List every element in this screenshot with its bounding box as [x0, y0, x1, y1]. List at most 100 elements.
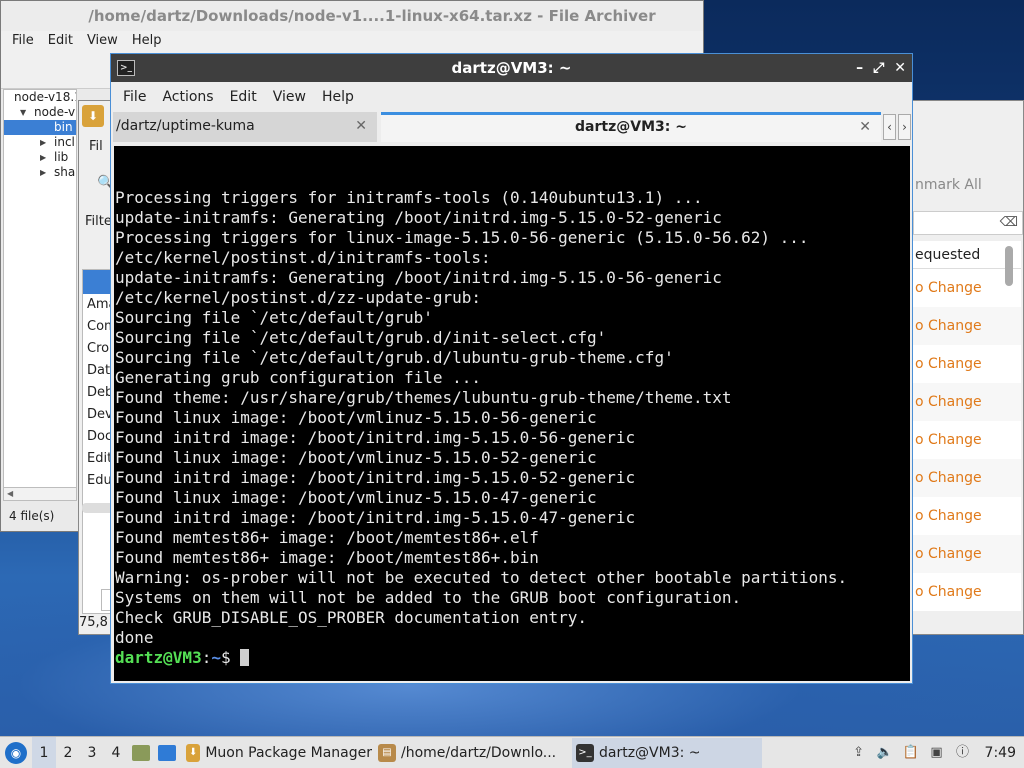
category-item[interactable]: Edu	[83, 470, 113, 492]
chevron-right-icon[interactable]: ▶	[40, 165, 46, 180]
chevron-right-icon[interactable]: ▶	[40, 135, 46, 150]
requested-row[interactable]: o Change	[913, 345, 1021, 383]
volume-icon[interactable]: 🔈	[877, 745, 893, 761]
muon-search-input[interactable]: ⌫	[913, 211, 1023, 235]
archiver-folder-tree[interactable]: node-v18.12.1-l▼ node-vbin ▶ incl ▶ lib ▶ sha	[3, 89, 77, 489]
file-manager-launcher[interactable]	[128, 737, 154, 768]
category-item[interactable]: Com	[83, 316, 113, 338]
workspace-3[interactable]: 3	[80, 737, 104, 768]
workspace-2[interactable]: 2	[56, 737, 80, 768]
category-item[interactable]: Doc	[83, 426, 113, 448]
chevron-right-icon[interactable]: ▶	[40, 150, 46, 165]
terminal-prompt[interactable]: dartz@VM3:~$	[115, 648, 910, 668]
terminal-line: Check GRUB_DISABLE_OS_PROBER documentati…	[115, 608, 588, 627]
taskbar-task-label: dartz@VM3: ~	[599, 744, 701, 761]
task-list: ⬇ Muon Package Manager ▤ /home/dartz/Downlo…	[180, 737, 762, 768]
requested-row[interactable]: o Change	[913, 383, 1021, 421]
tab-label: /dartz/uptime-kuma	[116, 118, 255, 134]
close-icon[interactable]: ✕	[894, 54, 906, 82]
tree-item[interactable]: ▼ node-v	[4, 105, 76, 120]
requested-row[interactable]: o Change	[913, 497, 1021, 535]
show-desktop-button[interactable]	[154, 737, 180, 768]
terminal-menu-file[interactable]: File	[115, 82, 154, 112]
archiver-status: 4 file(s)	[9, 509, 55, 523]
requested-row[interactable]: o Change	[913, 307, 1021, 345]
tab-home[interactable]: dartz@VM3: ~ ✕	[381, 112, 881, 142]
category-item[interactable]: Dat	[83, 360, 113, 382]
tree-item[interactable]: ▶ lib	[4, 150, 76, 165]
network-icon[interactable]: ▣	[929, 745, 945, 761]
muon-app-icon: ⬇	[82, 105, 104, 127]
category-item[interactable]: Ama	[83, 294, 113, 316]
category-item[interactable]: Deb	[83, 382, 113, 404]
taskbar: ◉ 1234 ⬇ Muon Package Manager ▤ /home/dartz…	[0, 736, 1024, 768]
taskbar-task[interactable]: ▤ /home/dartz/Downlo...	[374, 738, 570, 768]
archive-icon: ▤	[378, 743, 396, 762]
terminal-tabbar: /dartz/uptime-kuma ✕ dartz@VM3: ~ ✕ ‹ ›	[111, 112, 912, 144]
chevron-down-icon[interactable]: ▼	[20, 105, 26, 120]
archiver-tree-scrollbar[interactable]: ◀	[3, 487, 77, 501]
terminal-titlebar[interactable]: >_ dartz@VM3: ~ – ⤢ ✕	[111, 54, 912, 82]
lubuntu-logo-icon: ◉	[5, 741, 27, 764]
requested-row[interactable]: o Change	[913, 459, 1021, 497]
terminal-window[interactable]: >_ dartz@VM3: ~ – ⤢ ✕ File Actions Edit …	[110, 53, 913, 684]
desktop-icon	[158, 744, 176, 761]
archiver-title: /home/dartz/Downloads/node-v1....1-linux…	[1, 1, 703, 31]
requested-row[interactable]: o Change	[913, 421, 1021, 459]
requested-row[interactable]: o Change	[913, 573, 1021, 611]
archiver-menu-help[interactable]: Help	[125, 31, 169, 51]
update-icon[interactable]: ⇪	[851, 745, 867, 761]
tree-item-label: node-v18.12.1-l	[14, 90, 76, 104]
terminal-line: Sourcing file `/etc/default/grub.d/lubun…	[115, 348, 674, 367]
muon-list-scrollbar[interactable]	[1005, 246, 1013, 286]
chevron-right-icon[interactable]: ›	[898, 114, 911, 140]
tree-item-label: lib	[54, 150, 69, 164]
terminal-title: dartz@VM3: ~	[451, 59, 572, 77]
muon-category-header[interactable]	[83, 270, 113, 294]
workspace-4[interactable]: 4	[104, 737, 128, 768]
terminal-line: Generating grub configuration file ...	[115, 368, 482, 387]
tree-item[interactable]: ▶ incl	[4, 135, 76, 150]
terminal-menu-view[interactable]: View	[265, 82, 314, 112]
terminal-line: Found memtest86+ image: /boot/memtest86+…	[115, 528, 539, 547]
start-menu-button[interactable]: ◉	[0, 737, 32, 768]
muon-menu-file[interactable]: Fil	[89, 139, 103, 154]
unmark-all-button[interactable]: nmark All	[915, 177, 982, 193]
archiver-menu-file[interactable]: File	[5, 31, 41, 51]
close-icon[interactable]: ✕	[355, 112, 367, 140]
terminal-output[interactable]: Processing triggers for initramfs-tools …	[114, 146, 910, 681]
file-manager-icon	[132, 744, 150, 761]
tree-item[interactable]: bin	[4, 120, 76, 135]
tree-item-label: sha	[54, 165, 76, 179]
terminal-icon: >_	[576, 743, 594, 762]
taskbar-task[interactable]: >_ dartz@VM3: ~	[572, 737, 762, 768]
terminal-icon: >_	[117, 60, 135, 76]
info-icon[interactable]: ⓘ	[955, 745, 971, 761]
terminal-menu-help[interactable]: Help	[314, 82, 362, 112]
muon-requested-list[interactable]: equested o Change o Change o Change o Chang…	[913, 241, 1021, 611]
terminal-line: Found initrd image: /boot/initrd.img-5.1…	[115, 468, 636, 487]
tab-uptime-kuma[interactable]: /dartz/uptime-kuma ✕	[113, 112, 377, 142]
taskbar-task[interactable]: ⬇ Muon Package Manager	[182, 738, 372, 768]
workspace-1[interactable]: 1	[32, 736, 56, 768]
category-item[interactable]: Edit	[83, 448, 113, 470]
terminal-menu-edit[interactable]: Edit	[222, 82, 265, 112]
terminal-line: Found linux image: /boot/vmlinuz-5.15.0-…	[115, 408, 597, 427]
tree-item[interactable]: ▶ sha	[4, 165, 76, 180]
chevron-left-icon[interactable]: ‹	[883, 114, 896, 140]
category-item[interactable]: Cro	[83, 338, 113, 360]
category-item[interactable]: Dev	[83, 404, 113, 426]
muon-filter-label: Filte	[85, 214, 112, 229]
clock[interactable]: 7:49	[985, 745, 1016, 761]
clipboard-icon[interactable]: 📋	[903, 745, 919, 761]
terminal-menu-actions[interactable]: Actions	[154, 82, 221, 112]
tree-item[interactable]: node-v18.12.1-l	[4, 90, 76, 105]
clear-icon[interactable]: ⌫	[1000, 215, 1018, 230]
minimize-icon[interactable]: –	[856, 54, 863, 82]
maximize-icon[interactable]: ⤢	[873, 54, 884, 82]
requested-row[interactable]: o Change	[913, 535, 1021, 573]
archiver-menu-edit[interactable]: Edit	[41, 31, 80, 51]
close-icon[interactable]: ✕	[859, 115, 871, 140]
archiver-menu-view[interactable]: View	[80, 31, 125, 51]
package-icon: ⬇	[186, 743, 201, 762]
